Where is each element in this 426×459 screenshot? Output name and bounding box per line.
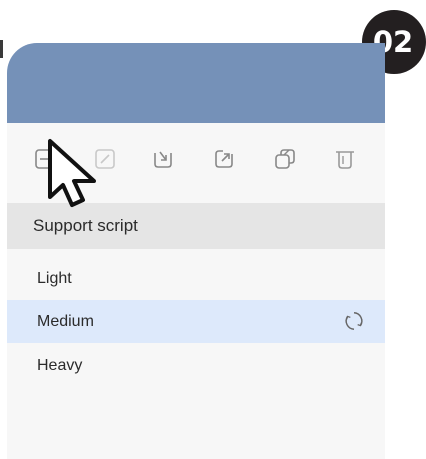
duplicate-icon — [275, 149, 295, 169]
option-medium[interactable]: Medium — [7, 300, 385, 343]
option-label: Heavy — [37, 356, 83, 374]
mouse-cursor-icon — [48, 139, 96, 207]
delete-button[interactable] — [333, 147, 357, 171]
edge-mark — [0, 40, 3, 58]
option-label: Light — [37, 269, 72, 287]
option-light[interactable]: Light — [7, 257, 385, 300]
option-heavy[interactable]: Heavy — [7, 344, 385, 387]
refresh-icon — [345, 312, 363, 330]
export-icon — [215, 150, 233, 168]
import-button[interactable] — [151, 147, 175, 171]
option-label: Medium — [37, 312, 94, 330]
export-button[interactable] — [212, 147, 236, 171]
panel-header — [7, 43, 385, 123]
section-title: Support script — [33, 216, 138, 235]
duplicate-button[interactable] — [273, 147, 297, 171]
support-script-panel: Support script Light Medium Heavy — [7, 43, 385, 459]
import-icon — [154, 151, 172, 168]
trash-icon — [336, 151, 354, 169]
